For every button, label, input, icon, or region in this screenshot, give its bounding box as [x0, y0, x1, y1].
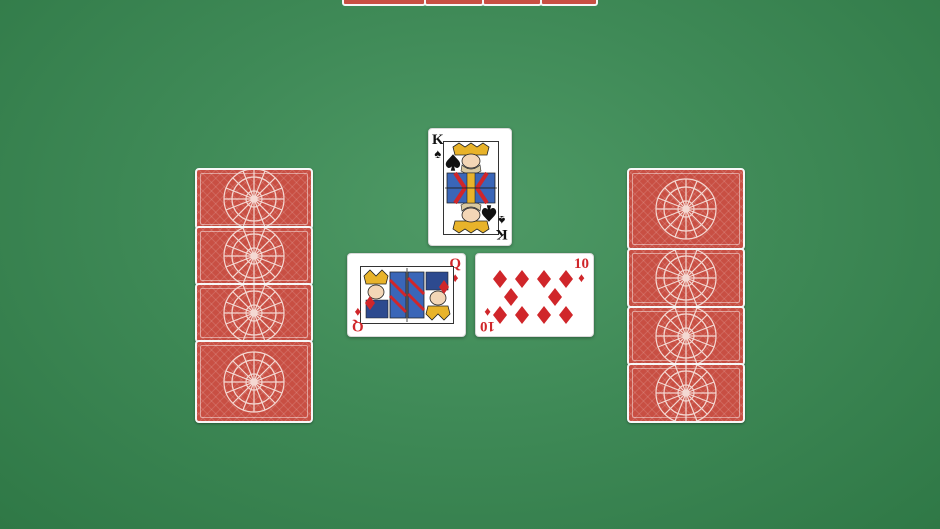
- sunburst-icon: [655, 178, 717, 240]
- sunburst-icon: [223, 228, 285, 284]
- king-portrait-icon: [443, 141, 499, 235]
- card-back: [627, 168, 745, 250]
- queen-portrait-icon: [360, 266, 454, 324]
- card-index-bottom: K ♠: [496, 213, 508, 242]
- card-index-bottom: 10 ♦: [480, 305, 495, 334]
- diamond-pips-icon: [493, 270, 573, 324]
- card-back: [627, 248, 745, 308]
- card-ten-of-diamonds[interactable]: 10 ♦ 10 ♦: [475, 253, 594, 337]
- card-queen-of-diamonds[interactable]: Q ♦ Q ♦: [347, 253, 466, 337]
- card-back: [195, 340, 313, 423]
- card-back: [195, 168, 313, 230]
- card-back: [195, 226, 313, 286]
- card-table: K ♠ K ♠ Q ♦ Q ♦ 10 ♦ 10 ♦: [0, 0, 940, 529]
- card-back: [540, 0, 598, 6]
- card-index-bottom: Q ♦: [352, 305, 364, 334]
- card-back: [424, 0, 484, 6]
- sunburst-icon: [223, 285, 285, 341]
- sunburst-icon: [655, 365, 717, 421]
- sunburst-icon: [655, 250, 717, 306]
- card-back: [627, 363, 745, 423]
- card-back: [627, 306, 745, 366]
- card-index-top: K ♠: [432, 132, 444, 161]
- card-index-top: 10 ♦: [574, 256, 589, 285]
- card-back: [482, 0, 542, 6]
- card-back: [342, 0, 426, 6]
- card-back: [195, 283, 313, 343]
- sunburst-icon: [655, 308, 717, 364]
- card-king-of-spades[interactable]: K ♠ K ♠: [428, 128, 512, 246]
- sunburst-icon: [223, 170, 285, 228]
- sunburst-icon: [223, 350, 285, 413]
